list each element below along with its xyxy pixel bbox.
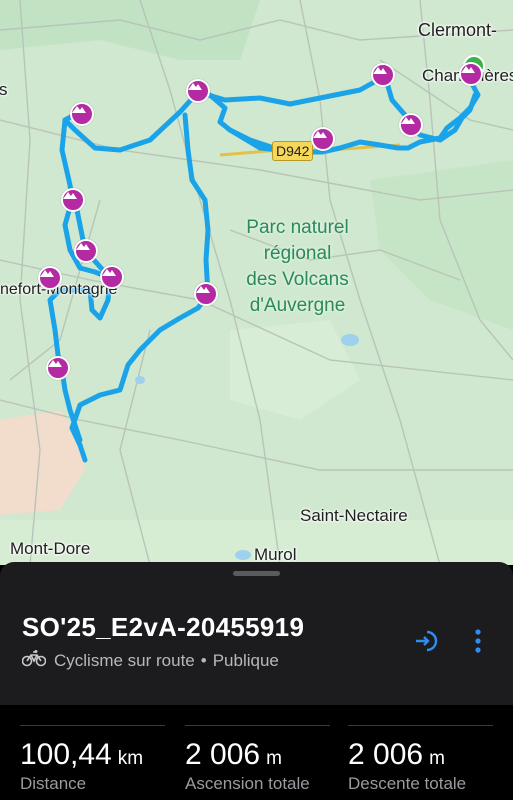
mountain-icon: [373, 67, 387, 74]
mountain-icon: [461, 66, 475, 73]
visibility-status: Publique: [212, 650, 279, 670]
stat-value: 100,44: [20, 738, 112, 771]
mountain-icon: [63, 192, 77, 199]
lake: [235, 550, 251, 560]
stat-label: Distance: [20, 774, 87, 793]
mountain-icon: [188, 83, 202, 90]
climb-marker[interactable]: [459, 62, 483, 86]
park-label-line: d'Auvergne: [249, 295, 346, 316]
stat-descent: 2 006 m Descente totale: [348, 725, 493, 794]
lake: [341, 334, 359, 346]
route-info-sheet: SO'25_E2vA-20455919 Cyclisme sur route •…: [0, 562, 513, 705]
climb-marker[interactable]: [194, 282, 218, 306]
climb-marker[interactable]: [46, 356, 70, 380]
route-map[interactable]: Clermont- Chamalières s nefort-Montagne …: [0, 0, 513, 565]
stat-value: 2 006: [348, 738, 424, 771]
bicycle-icon: [21, 649, 47, 672]
climb-marker[interactable]: [61, 188, 85, 212]
sheet-drag-handle[interactable]: [233, 571, 280, 576]
stat-label: Descente totale: [348, 774, 467, 793]
town-label-mont-dore: Mont-Dore: [10, 539, 91, 558]
route-stats: 100,44 km Distance 2 006 m Ascension total…: [0, 705, 513, 800]
more-vertical-icon: [475, 629, 481, 653]
forest-area: [230, 320, 360, 420]
stat-ascent: 2 006 m Ascension totale: [185, 725, 330, 794]
climb-marker[interactable]: [186, 79, 210, 103]
road-shield-d942: D942: [272, 141, 314, 161]
mountain-icon: [196, 286, 210, 293]
route-meta: Cyclisme sur route • Publique: [21, 649, 279, 672]
stat-label: Ascension totale: [185, 774, 310, 793]
mountain-icon: [313, 131, 327, 138]
mountain-icon: [48, 360, 62, 367]
stat-unit: m: [266, 748, 282, 769]
lake: [135, 376, 145, 384]
park-label-line: Parc naturel: [246, 217, 349, 238]
climb-marker[interactable]: [74, 239, 98, 263]
climb-marker[interactable]: [38, 266, 62, 290]
mountain-icon: [102, 269, 116, 276]
town-label-saint-nectaire: Saint-Nectaire: [300, 506, 408, 525]
mountain-icon: [40, 270, 54, 277]
climb-marker[interactable]: [399, 113, 423, 137]
edge-label: s: [0, 80, 8, 99]
stat-value: 2 006: [185, 738, 261, 771]
more-options-button[interactable]: [463, 626, 493, 656]
meta-separator: •: [200, 650, 207, 670]
send-to-device-icon: [416, 630, 438, 652]
mountain-icon: [76, 243, 90, 250]
climb-marker[interactable]: [100, 265, 124, 289]
stat-unit: km: [117, 748, 144, 769]
climb-marker[interactable]: [371, 63, 395, 87]
stat-unit: m: [429, 748, 445, 769]
mountain-icon: [401, 117, 415, 124]
activity-type: Cyclisme sur route: [54, 650, 195, 670]
park-label: Parc naturel régional des Volcans d'Auve…: [230, 215, 365, 319]
stat-distance: 100,44 km Distance: [20, 725, 165, 794]
city-label-clermont: Clermont-: [418, 20, 498, 40]
park-label-line: régional: [263, 243, 332, 264]
forest-area: [370, 160, 513, 330]
send-to-device-button[interactable]: [412, 626, 442, 656]
route-title: SO'25_E2vA-20455919: [22, 612, 305, 642]
park-label-line: des Volcans: [246, 269, 349, 290]
mountain-icon: [72, 106, 86, 113]
forest-area: [0, 0, 260, 60]
climb-marker[interactable]: [70, 102, 94, 126]
climb-marker[interactable]: [311, 127, 335, 151]
